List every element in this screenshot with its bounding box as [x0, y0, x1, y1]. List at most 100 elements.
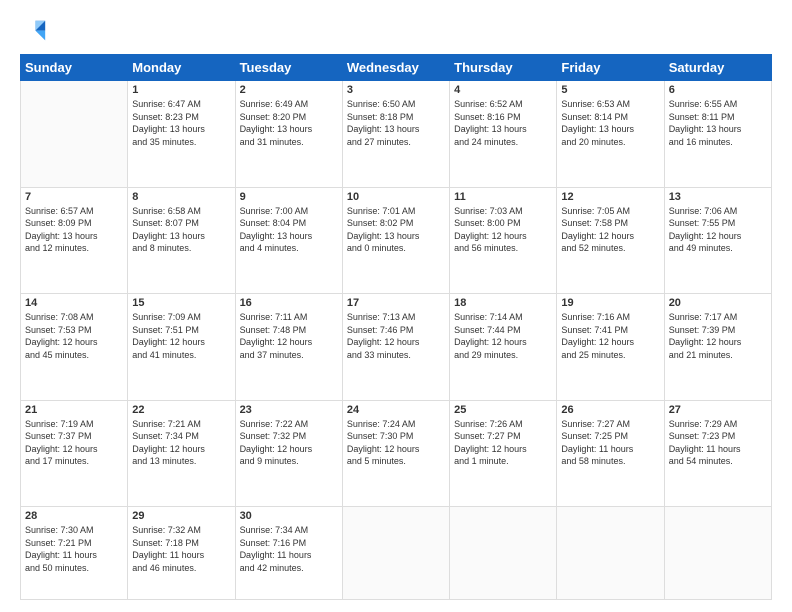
day-number: 23 [240, 404, 338, 416]
weekday-header-thursday: Thursday [450, 55, 557, 81]
day-number: 6 [669, 84, 767, 96]
day-info: Sunrise: 6:57 AM Sunset: 8:09 PM Dayligh… [25, 205, 123, 255]
day-number: 2 [240, 84, 338, 96]
day-info: Sunrise: 6:55 AM Sunset: 8:11 PM Dayligh… [669, 98, 767, 148]
day-number: 7 [25, 191, 123, 203]
day-info: Sunrise: 7:06 AM Sunset: 7:55 PM Dayligh… [669, 205, 767, 255]
week-row-2: 7 Sunrise: 6:57 AM Sunset: 8:09 PM Daylig… [21, 187, 772, 294]
calendar-cell: 16 Sunrise: 7:11 AM Sunset: 7:48 PM Dayli… [235, 294, 342, 401]
calendar-cell: 10Sunrise: 7:01 AM Sunset: 8:02 PM Dayli… [342, 187, 449, 294]
calendar-cell [21, 81, 128, 188]
day-info: Sunrise: 7:00 AM Sunset: 8:04 PM Dayligh… [240, 205, 338, 255]
day-number: 8 [132, 191, 230, 203]
week-row-4: 21 Sunrise: 7:19 AM Sunset: 7:37 PM Dayli… [21, 400, 772, 507]
calendar-cell: 9 Sunrise: 7:00 AM Sunset: 8:04 PM Daylig… [235, 187, 342, 294]
calendar-cell: 7 Sunrise: 6:57 AM Sunset: 8:09 PM Daylig… [21, 187, 128, 294]
day-number: 18 [454, 297, 552, 309]
day-number: 22 [132, 404, 230, 416]
day-number: 13 [669, 191, 767, 203]
day-info: Sunrise: 7:08 AM Sunset: 7:53 PM Dayligh… [25, 311, 123, 361]
calendar-cell: 29 Sunrise: 7:32 AM Sunset: 7:18 PM Dayli… [128, 507, 235, 600]
calendar-cell: 24 Sunrise: 7:24 AM Sunset: 7:30 PM Dayli… [342, 400, 449, 507]
calendar-cell: 19 Sunrise: 7:16 AM Sunset: 7:41 PM Dayli… [557, 294, 664, 401]
weekday-header-friday: Friday [557, 55, 664, 81]
day-number: 20 [669, 297, 767, 309]
day-info: Sunrise: 6:49 AM Sunset: 8:20 PM Dayligh… [240, 98, 338, 148]
weekday-header-wednesday: Wednesday [342, 55, 449, 81]
calendar-cell: 6 Sunrise: 6:55 AM Sunset: 8:11 PM Daylig… [664, 81, 771, 188]
weekday-header-row: SundayMondayTuesdayWednesdayThursdayFrid… [21, 55, 772, 81]
day-number: 21 [25, 404, 123, 416]
calendar-cell: 3 Sunrise: 6:50 AM Sunset: 8:18 PM Daylig… [342, 81, 449, 188]
calendar-cell: 21 Sunrise: 7:19 AM Sunset: 7:37 PM Dayli… [21, 400, 128, 507]
day-info: Sunrise: 7:29 AM Sunset: 7:23 PM Dayligh… [669, 418, 767, 468]
day-number: 1 [132, 84, 230, 96]
day-info: Sunrise: 7:24 AM Sunset: 7:30 PM Dayligh… [347, 418, 445, 468]
day-info: Sunrise: 6:50 AM Sunset: 8:18 PM Dayligh… [347, 98, 445, 148]
day-number: 29 [132, 510, 230, 522]
logo-icon [20, 18, 48, 46]
calendar-cell [342, 507, 449, 600]
day-number: 17 [347, 297, 445, 309]
calendar-cell: 28Sunrise: 7:30 AM Sunset: 7:21 PM Dayli… [21, 507, 128, 600]
day-number: 11 [454, 191, 552, 203]
calendar-cell [450, 507, 557, 600]
day-number: 24 [347, 404, 445, 416]
calendar-cell: 25 Sunrise: 7:26 AM Sunset: 7:27 PM Dayli… [450, 400, 557, 507]
day-number: 25 [454, 404, 552, 416]
day-info: Sunrise: 7:27 AM Sunset: 7:25 PM Dayligh… [561, 418, 659, 468]
day-number: 30 [240, 510, 338, 522]
day-info: Sunrise: 7:32 AM Sunset: 7:18 PM Dayligh… [132, 524, 230, 574]
calendar-table: SundayMondayTuesdayWednesdayThursdayFrid… [20, 54, 772, 600]
day-number: 26 [561, 404, 659, 416]
calendar-cell: 14 Sunrise: 7:08 AM Sunset: 7:53 PM Dayli… [21, 294, 128, 401]
day-info: Sunrise: 7:05 AM Sunset: 7:58 PM Dayligh… [561, 205, 659, 255]
calendar-cell: 26 Sunrise: 7:27 AM Sunset: 7:25 PM Dayli… [557, 400, 664, 507]
day-info: Sunrise: 7:19 AM Sunset: 7:37 PM Dayligh… [25, 418, 123, 468]
calendar-cell: 5 Sunrise: 6:53 AM Sunset: 8:14 PM Daylig… [557, 81, 664, 188]
calendar-cell: 2 Sunrise: 6:49 AM Sunset: 8:20 PM Daylig… [235, 81, 342, 188]
day-info: Sunrise: 6:52 AM Sunset: 8:16 PM Dayligh… [454, 98, 552, 148]
calendar-cell: 1 Sunrise: 6:47 AM Sunset: 8:23 PM Daylig… [128, 81, 235, 188]
day-info: Sunrise: 7:01 AM Sunset: 8:02 PM Dayligh… [347, 205, 445, 255]
day-number: 5 [561, 84, 659, 96]
day-info: Sunrise: 7:03 AM Sunset: 8:00 PM Dayligh… [454, 205, 552, 255]
day-info: Sunrise: 7:14 AM Sunset: 7:44 PM Dayligh… [454, 311, 552, 361]
calendar-cell: 13 Sunrise: 7:06 AM Sunset: 7:55 PM Dayli… [664, 187, 771, 294]
calendar-cell: 15 Sunrise: 7:09 AM Sunset: 7:51 PM Dayli… [128, 294, 235, 401]
weekday-header-monday: Monday [128, 55, 235, 81]
day-number: 16 [240, 297, 338, 309]
calendar-cell: 22 Sunrise: 7:21 AM Sunset: 7:34 PM Dayli… [128, 400, 235, 507]
week-row-1: 1 Sunrise: 6:47 AM Sunset: 8:23 PM Daylig… [21, 81, 772, 188]
week-row-3: 14 Sunrise: 7:08 AM Sunset: 7:53 PM Dayli… [21, 294, 772, 401]
day-info: Sunrise: 7:34 AM Sunset: 7:16 PM Dayligh… [240, 524, 338, 574]
weekday-header-saturday: Saturday [664, 55, 771, 81]
calendar-cell: 23 Sunrise: 7:22 AM Sunset: 7:32 PM Dayli… [235, 400, 342, 507]
calendar-cell: 12Sunrise: 7:05 AM Sunset: 7:58 PM Dayli… [557, 187, 664, 294]
day-info: Sunrise: 7:13 AM Sunset: 7:46 PM Dayligh… [347, 311, 445, 361]
day-number: 4 [454, 84, 552, 96]
day-info: Sunrise: 7:21 AM Sunset: 7:34 PM Dayligh… [132, 418, 230, 468]
calendar-cell: 4 Sunrise: 6:52 AM Sunset: 8:16 PM Daylig… [450, 81, 557, 188]
calendar-cell: 18 Sunrise: 7:14 AM Sunset: 7:44 PM Dayli… [450, 294, 557, 401]
day-info: Sunrise: 7:09 AM Sunset: 7:51 PM Dayligh… [132, 311, 230, 361]
calendar-cell: 27Sunrise: 7:29 AM Sunset: 7:23 PM Dayli… [664, 400, 771, 507]
week-row-5: 28Sunrise: 7:30 AM Sunset: 7:21 PM Dayli… [21, 507, 772, 600]
day-number: 9 [240, 191, 338, 203]
day-info: Sunrise: 6:53 AM Sunset: 8:14 PM Dayligh… [561, 98, 659, 148]
day-info: Sunrise: 7:30 AM Sunset: 7:21 PM Dayligh… [25, 524, 123, 574]
day-info: Sunrise: 7:26 AM Sunset: 7:27 PM Dayligh… [454, 418, 552, 468]
day-info: Sunrise: 7:22 AM Sunset: 7:32 PM Dayligh… [240, 418, 338, 468]
day-info: Sunrise: 6:47 AM Sunset: 8:23 PM Dayligh… [132, 98, 230, 148]
day-number: 19 [561, 297, 659, 309]
day-info: Sunrise: 7:16 AM Sunset: 7:41 PM Dayligh… [561, 311, 659, 361]
day-number: 14 [25, 297, 123, 309]
page-header [20, 18, 772, 46]
logo [20, 18, 52, 46]
calendar-cell: 8Sunrise: 6:58 AM Sunset: 8:07 PM Daylig… [128, 187, 235, 294]
calendar-cell: 30 Sunrise: 7:34 AM Sunset: 7:16 PM Dayli… [235, 507, 342, 600]
day-number: 15 [132, 297, 230, 309]
day-number: 3 [347, 84, 445, 96]
weekday-header-tuesday: Tuesday [235, 55, 342, 81]
day-info: Sunrise: 7:11 AM Sunset: 7:48 PM Dayligh… [240, 311, 338, 361]
